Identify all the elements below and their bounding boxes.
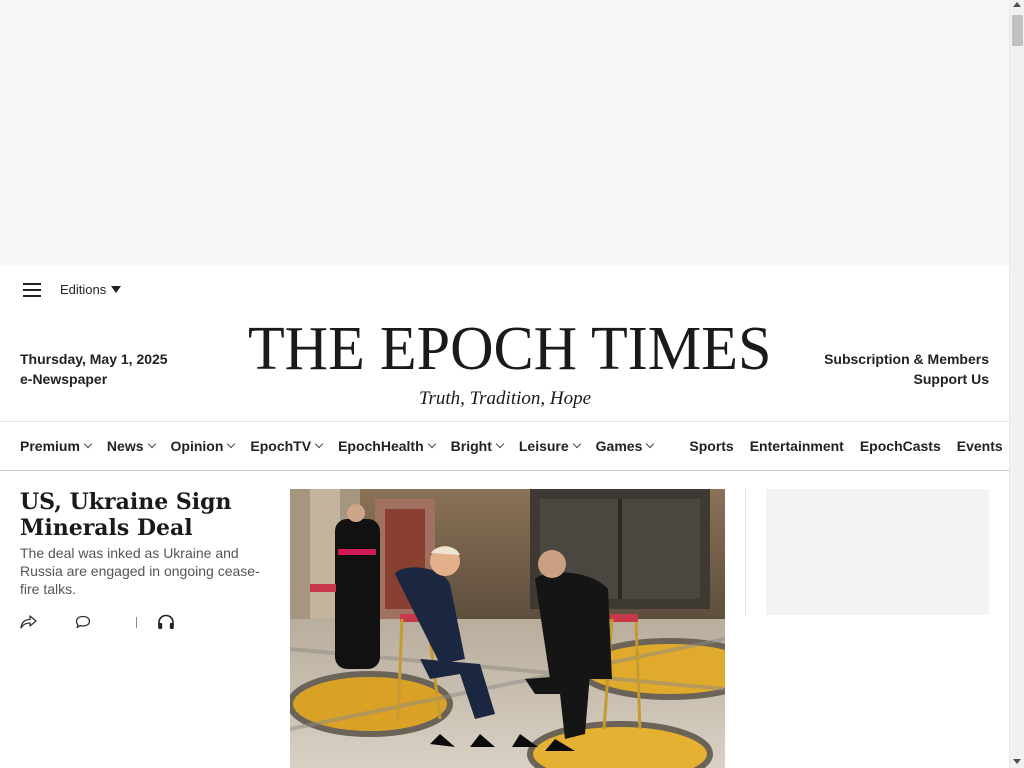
enewspaper-link[interactable]: e-Newspaper: [20, 369, 168, 389]
actions-divider: [136, 617, 137, 628]
side-ad-placeholder: [766, 489, 989, 615]
nav-item-sports[interactable]: Sports: [689, 438, 733, 454]
account-links: Subscription & Members Support Us: [824, 349, 989, 389]
chevron-down-icon: [147, 439, 156, 449]
lead-summary: The deal was inked as Ukraine and Russia…: [20, 545, 260, 597]
chevron-down-icon: [495, 439, 505, 449]
share-icon[interactable]: [20, 615, 37, 634]
nav-label: EpochTV: [250, 438, 312, 454]
editions-label: Editions: [60, 282, 107, 297]
nav-label: Leisure: [518, 438, 569, 454]
nav-item-games[interactable]: Games: [595, 438, 655, 454]
lead-story-image[interactable]: [290, 489, 725, 768]
nav-item-epochcasts[interactable]: EpochCasts: [860, 438, 941, 454]
site-logo[interactable]: THE EPOCH TIMES Truth, Tradition, Hope: [240, 315, 772, 410]
nav-label: Bright: [450, 438, 492, 454]
scroll-down-arrow-icon[interactable]: [1013, 759, 1021, 764]
nav-label: News: [106, 438, 144, 454]
headphones-icon[interactable]: [157, 614, 175, 635]
main-nav: Premium News Opinion EpochTV EpochHealth…: [0, 421, 1009, 471]
lead-story: US, Ukraine Sign Minerals Deal The deal …: [0, 471, 1009, 768]
chevron-down-icon: [427, 439, 436, 449]
nav-item-premium[interactable]: Premium: [20, 438, 93, 454]
vertical-scrollbar[interactable]: [1009, 0, 1024, 768]
chevron-down-icon: [572, 439, 581, 449]
top-bar: Editions: [0, 266, 1009, 314]
nav-item-entertainment[interactable]: Entertainment: [750, 438, 844, 454]
chevron-down-icon: [314, 439, 324, 449]
masthead: Thursday, May 1, 2025 e-Newspaper THE EP…: [0, 314, 1009, 421]
comment-icon[interactable]: [75, 615, 91, 634]
nav-label: Games: [595, 438, 643, 454]
logo-tagline: Truth, Tradition, Hope: [418, 388, 592, 409]
support-us-link[interactable]: Support Us: [824, 369, 989, 389]
nav-label: Premium: [20, 438, 80, 454]
date-block: Thursday, May 1, 2025 e-Newspaper: [20, 349, 168, 389]
nav-label: EpochHealth: [338, 438, 424, 454]
article-actions: [20, 613, 180, 633]
editions-dropdown[interactable]: Editions: [60, 282, 122, 297]
subscription-link[interactable]: Subscription & Members: [824, 349, 989, 369]
lead-headline[interactable]: US, Ukraine Sign Minerals Deal: [20, 489, 260, 541]
hamburger-menu-icon[interactable]: [23, 283, 41, 297]
current-date: Thursday, May 1, 2025: [20, 351, 168, 367]
chevron-down-icon: [227, 439, 236, 449]
top-ad-placeholder: [0, 0, 1009, 266]
chevron-down-icon: [646, 439, 655, 449]
logo-title: THE EPOCH TIMES: [247, 315, 772, 383]
scroll-thumb[interactable]: [1012, 15, 1023, 46]
scroll-up-arrow-icon[interactable]: [1013, 2, 1021, 7]
caret-down-icon: [111, 286, 122, 293]
nav-item-bright[interactable]: Bright: [450, 438, 505, 454]
nav-label: Opinion: [170, 438, 224, 454]
nav-item-leisure[interactable]: Leisure: [518, 438, 581, 454]
nav-item-opinion[interactable]: Opinion: [170, 438, 236, 454]
hero-photo-illustration: [290, 489, 725, 768]
nav-item-events[interactable]: Events: [957, 438, 1003, 454]
nav-item-epochtv[interactable]: EpochTV: [250, 438, 324, 454]
nav-item-epochhealth[interactable]: EpochHealth: [338, 438, 436, 454]
chevron-down-icon: [83, 439, 93, 449]
column-divider: [745, 489, 746, 615]
nav-item-news[interactable]: News: [106, 438, 156, 454]
